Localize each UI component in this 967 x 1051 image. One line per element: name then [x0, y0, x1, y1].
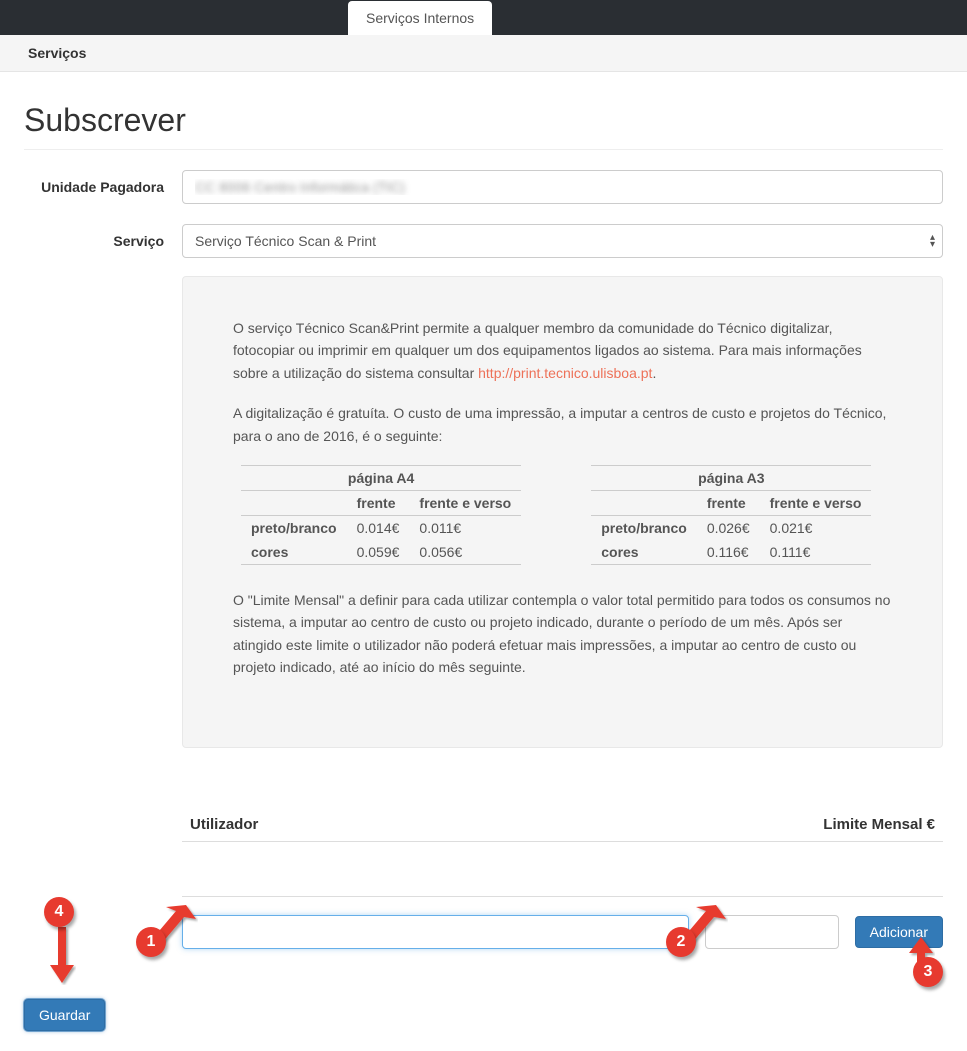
- a4-pb-frente: 0.014€: [347, 515, 410, 540]
- marker-4: 4: [44, 897, 74, 927]
- a4-header-frente: frente: [347, 490, 410, 515]
- subnav-servicos[interactable]: Serviços: [28, 45, 86, 61]
- a4-cores-verso: 0.056€: [409, 540, 521, 565]
- a3-cores-frente: 0.116€: [697, 540, 760, 565]
- price-table-a4: página A4 frente frente e verso preto/br…: [241, 465, 521, 565]
- label-servico: Serviço: [24, 233, 182, 249]
- a3-pb-frente: 0.026€: [697, 515, 760, 540]
- col-limite-mensal: Limite Mensal €: [775, 816, 935, 833]
- page-title: Subscrever: [24, 102, 943, 150]
- a3-row-pb: preto/branco: [591, 515, 697, 540]
- a4-row-pb: preto/branco: [241, 515, 347, 540]
- info-text-2: A digitalização é gratuíta. O custo de u…: [233, 402, 892, 447]
- a3-title: página A3: [591, 465, 871, 490]
- a4-title: página A4: [241, 465, 521, 490]
- a4-header-verso: frente e verso: [409, 490, 521, 515]
- a4-pb-verso: 0.011€: [409, 515, 521, 540]
- a3-pb-verso: 0.021€: [760, 515, 872, 540]
- service-info-box: O serviço Técnico Scan&Print permite a q…: [182, 276, 943, 748]
- marker-1: 1: [136, 927, 166, 957]
- marker-3: 3: [913, 957, 943, 987]
- unidade-pagadora-input[interactable]: [182, 170, 943, 204]
- tab-servicos-internos[interactable]: Serviços Internos: [348, 1, 492, 35]
- sub-nav: Serviços: [0, 35, 967, 72]
- col-utilizador: Utilizador: [190, 816, 775, 833]
- a3-cores-verso: 0.111€: [760, 540, 872, 565]
- guardar-button[interactable]: Guardar: [24, 999, 105, 1031]
- a4-row-cores: cores: [241, 540, 347, 565]
- utilizador-input[interactable]: [182, 915, 689, 949]
- info-text-3: O "Limite Mensal" a definir para cada ut…: [233, 589, 892, 679]
- a3-header-frente: frente: [697, 490, 760, 515]
- top-nav: Serviços Internos: [0, 0, 967, 35]
- info-link[interactable]: http://print.tecnico.ulisboa.pt: [478, 365, 652, 381]
- a3-row-cores: cores: [591, 540, 697, 565]
- add-user-row: Adicionar 1 2 3: [182, 896, 943, 949]
- servico-select[interactable]: Serviço Técnico Scan & Print: [182, 224, 943, 258]
- label-unidade-pagadora: Unidade Pagadora: [24, 179, 182, 195]
- price-table-a3: página A3 frente frente e verso preto/br…: [591, 465, 871, 565]
- a4-cores-frente: 0.059€: [347, 540, 410, 565]
- info-text-1b: .: [652, 365, 656, 381]
- a3-header-verso: frente e verso: [760, 490, 872, 515]
- arrow-4-icon: [48, 927, 76, 985]
- marker-2: 2: [666, 927, 696, 957]
- users-table-header: Utilizador Limite Mensal €: [182, 808, 943, 842]
